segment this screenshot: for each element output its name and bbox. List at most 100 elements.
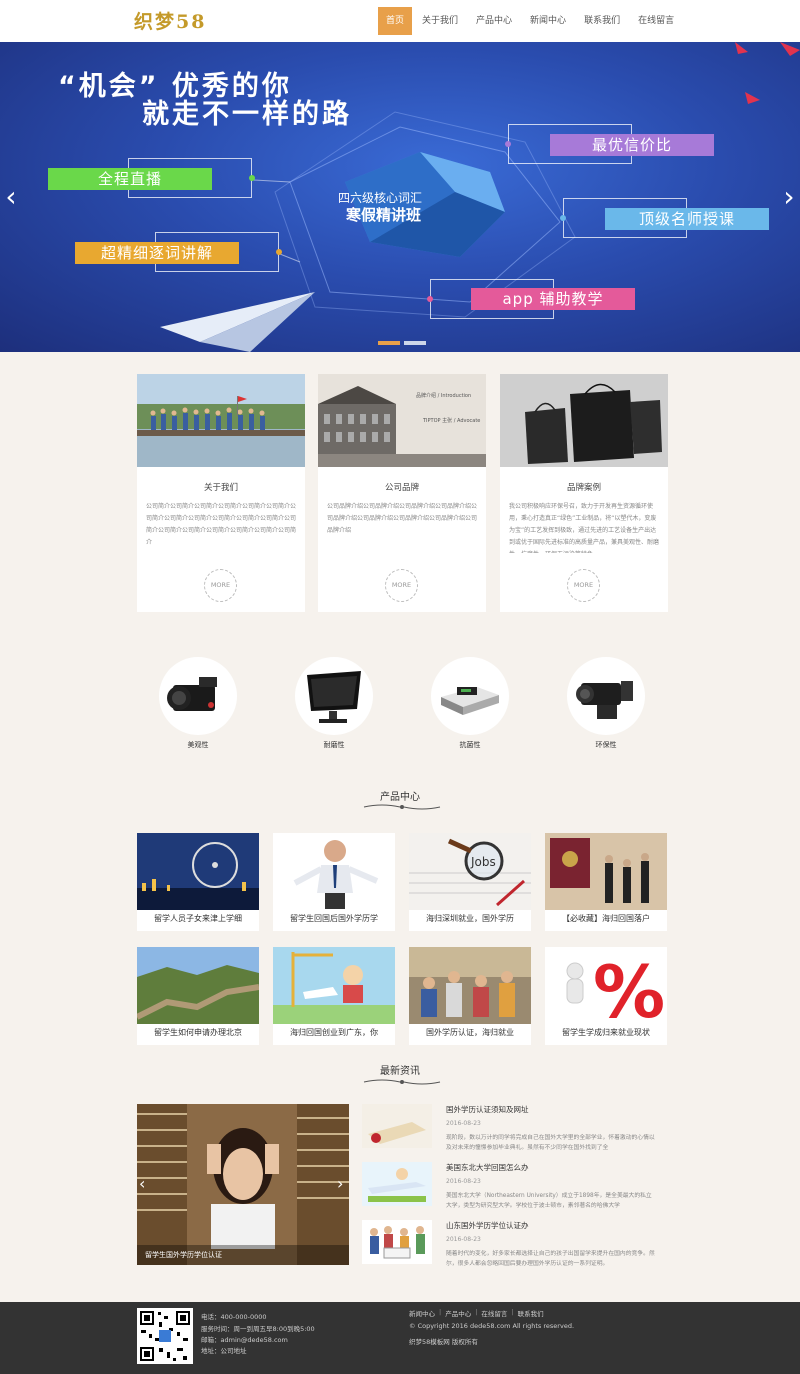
news-date: 2016-08-23 [446, 1120, 481, 1127]
site-logo[interactable]: 织梦58 [134, 7, 206, 34]
banner-title-line2: 就走不一样的路 [142, 99, 352, 130]
brand-building-photo: 品牌介绍 / Introduction TIPTOP 主张 / Advocate [318, 374, 486, 467]
footer-address: 地址：公司地址 [201, 1347, 247, 1355]
footer-link-separator: | [439, 1308, 442, 1316]
tag-live: 全程直播 [48, 168, 212, 190]
product-card[interactable]: % 留学生学成归来就业现状 [545, 947, 667, 1045]
product-caption: 海归深圳就业，国外学历 [426, 914, 514, 923]
news-date: 2016-08-23 [446, 1236, 481, 1243]
percent-figure-image: % [545, 947, 667, 1024]
ornament-divider [363, 1079, 441, 1085]
feature-device-image [431, 657, 509, 735]
card-brand: 品牌介绍 / Introduction TIPTOP 主张 / Advocate… [318, 374, 486, 612]
tag-dot [427, 296, 433, 302]
product-card[interactable]: 【必收藏】海归回国落户 [545, 833, 667, 931]
product-caption: 留学生回国后国外学历学 [290, 914, 378, 923]
news-slider-caption[interactable]: 留学生国外学历学位认证 [137, 1245, 349, 1265]
news-excerpt: 现阶段，数以万计的同学将完成自己在国外大学里的全部学业，怀着激动的心情以及对未来… [446, 1135, 655, 1151]
qr-code-icon [137, 1308, 193, 1364]
product-card[interactable]: 留学生回国后国外学历学 [273, 833, 395, 931]
product-card[interactable]: 留学生如何申请办理北京 [137, 947, 259, 1045]
news-title[interactable]: 山东国外学历学位认证办 [446, 1220, 529, 1231]
slide-indicator[interactable] [404, 341, 426, 345]
product-caption: 【必收藏】海归回国落户 [562, 914, 650, 923]
product-caption: 留学人员子女来津上学细 [154, 914, 242, 923]
footer-copyright: © Copyright 2016 dede58.com All rights r… [409, 1322, 575, 1330]
news-title[interactable]: 国外学历认证须知及网址 [446, 1104, 529, 1115]
feature-label: 耐磨性 [323, 741, 345, 749]
card-about: 关于我们 公司简介公司简介公司简介公司简介公司简介公司简介公司简介公司简介公司简… [137, 374, 305, 612]
more-button[interactable]: MORE [204, 569, 237, 602]
tag-dot [276, 249, 282, 255]
footer-links: 新闻中心 | 产品中心 | 在线留言 | 联系我们 [409, 1308, 548, 1318]
footer-link-guestbook[interactable]: 在线留言 [481, 1308, 507, 1318]
ornament-divider [363, 804, 441, 810]
footer-link-news[interactable]: 新闻中心 [409, 1308, 435, 1318]
news-excerpt: 随着时代的变化，好多家长都选择让自己的孩子出国留学来提升在国内的竞争。然尔，很多… [446, 1251, 655, 1267]
news-item[interactable]: 美国东北大学回国怎么办 2016-08-23 美国东北大学（Northeaste… [362, 1162, 662, 1212]
footer-link-separator: | [475, 1308, 478, 1316]
jobs-magnifier-photo: Jobs [409, 833, 531, 910]
product-card[interactable]: Jobs 海归深圳就业，国外学历 [409, 833, 531, 931]
feature-label: 抗菌性 [459, 741, 481, 749]
banner-next-arrow[interactable]: › [778, 182, 800, 212]
news-slider-next[interactable]: › [337, 1174, 343, 1193]
card-text: 公司简介公司简介公司简介公司简介公司简介公司简介公司简介公司简介公司简介公司简介… [146, 503, 296, 546]
news-item[interactable]: 山东国外学历学位认证办 2016-08-23 随着时代的变化，好多家长都选择让自… [362, 1220, 662, 1270]
feature-videocam-image [567, 657, 645, 735]
tag-dot [505, 141, 511, 147]
cartoon-illustration [273, 947, 395, 1024]
tag-detail: 超精细逐词讲解 [75, 242, 239, 264]
news-date: 2016-08-23 [446, 1178, 481, 1185]
site-footer [0, 1302, 800, 1374]
students-group-thumbnail [362, 1220, 432, 1264]
nav-news[interactable]: 新闻中心 [522, 7, 574, 35]
tag-dot [249, 175, 255, 181]
card-title: 公司品牌 [384, 483, 419, 493]
news-section-title: 最新资讯 [380, 1066, 420, 1077]
banner-prev-arrow[interactable]: ‹ [0, 182, 22, 212]
news-item[interactable]: 国外学历认证须知及网址 2016-08-23 现阶段，数以万计的同学将完成自己在… [362, 1104, 662, 1154]
footer-template-credit: 织梦58模板网 版权所有 [409, 1338, 478, 1346]
graduation-photo [545, 833, 667, 910]
slide-indicator-active[interactable] [378, 341, 400, 345]
nav-products[interactable]: 产品中心 [468, 7, 520, 35]
footer-link-separator: | [511, 1308, 514, 1316]
svg-text:%: % [593, 950, 665, 1024]
brand-img-heading: 品牌介绍 / Introduction [416, 393, 472, 399]
news-title[interactable]: 美国东北大学回国怎么办 [446, 1162, 529, 1173]
nav-home[interactable]: 首页 [378, 7, 413, 35]
tag-dot [560, 215, 566, 221]
card-cases: 品牌案例 我公司积极响应环保号召，致力于开发再生资源循环使用，秉心打造真正“绿色… [500, 374, 668, 612]
product-caption: 留学生如何申请办理北京 [154, 1028, 242, 1037]
product-caption: 国外学历认证，海归就业 [426, 1028, 514, 1037]
svg-text:Jobs: Jobs [470, 855, 496, 869]
feature-monitor-image [295, 657, 373, 735]
news-slider-prev[interactable]: ‹ [139, 1174, 145, 1193]
ferris-wheel-photo [137, 833, 259, 910]
feature-label: 美观性 [187, 741, 209, 749]
footer-link-contact[interactable]: 联系我们 [518, 1308, 544, 1318]
products-section-title: 产品中心 [380, 792, 420, 803]
product-card[interactable]: 海归回国创业到广东，你 [273, 947, 395, 1045]
tag-app: app 辅助教学 [471, 288, 635, 310]
nav-about[interactable]: 关于我们 [414, 7, 466, 35]
hero-banner[interactable]: “机会” 优秀的你 就走不一样的路 全程直播 超精细逐词讲解 最优信价比 顶级名… [0, 42, 800, 352]
card-text: 公司品牌介绍公司品牌介绍公司品牌介绍公司品牌介绍公司品牌介绍公司品牌介绍公司品牌… [327, 503, 477, 534]
nav-guestbook[interactable]: 在线留言 [630, 7, 682, 35]
product-card[interactable]: 国外学历认证，海归就业 [409, 947, 531, 1045]
nav-contact[interactable]: 联系我们 [576, 7, 628, 35]
footer-email: 邮箱：admin@dede58.com [201, 1336, 288, 1344]
feature-camcorder-image [159, 657, 237, 735]
more-button[interactable]: MORE [385, 569, 418, 602]
shopping-bags-photo [500, 374, 668, 467]
news-slider[interactable]: ‹ › 留学生国外学历学位认证 [137, 1104, 349, 1265]
footer-hours: 服务时间：周一到周五早8:00到晚5:00 [201, 1325, 315, 1333]
brand-img-sub: TIPTOP 主张 / Advocate [423, 418, 481, 424]
site-header: 织梦58 首页 关于我们 产品中心 新闻中心 联系我们 在线留言 [0, 0, 800, 42]
tag-teachers: 顶级名师授课 [605, 208, 769, 230]
more-button[interactable]: MORE [567, 569, 600, 602]
footer-link-products[interactable]: 产品中心 [445, 1308, 471, 1318]
about-team-photo [137, 374, 305, 467]
product-card[interactable]: 留学人员子女来津上学细 [137, 833, 259, 931]
